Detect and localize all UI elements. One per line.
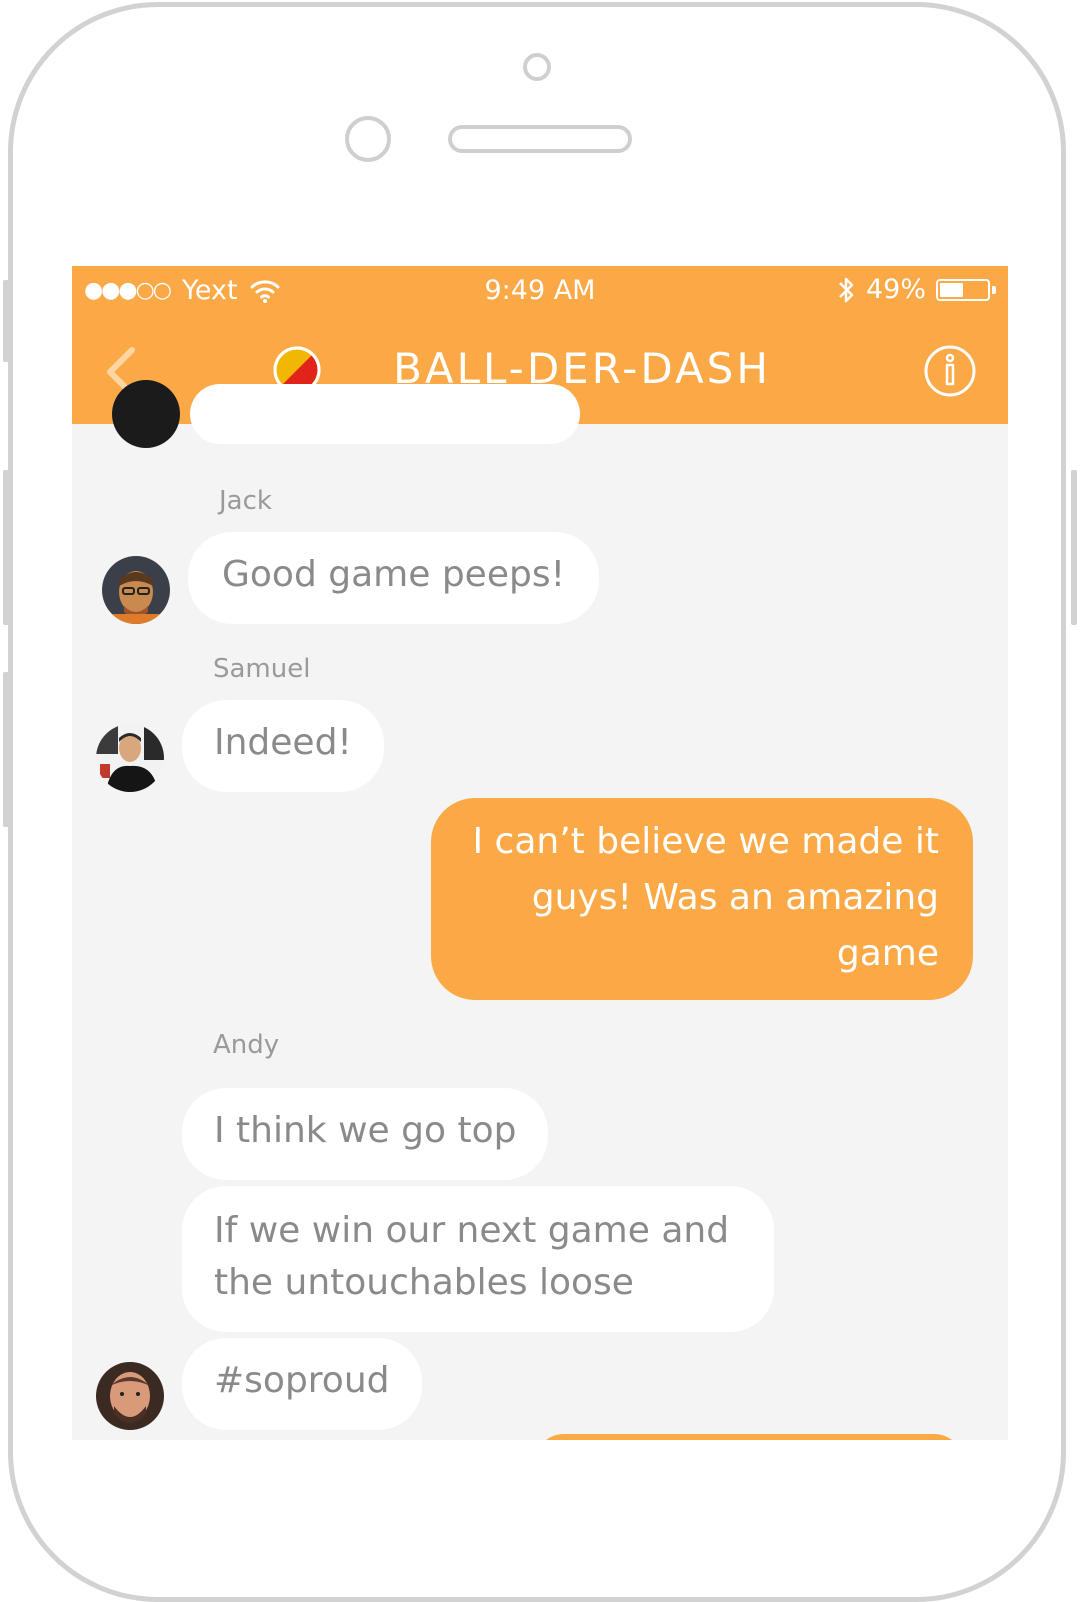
- avatar[interactable]: [102, 556, 170, 624]
- earpiece-speaker: [448, 125, 632, 153]
- power-button: [1071, 470, 1077, 625]
- volume-up-button: [3, 470, 9, 625]
- phone-screen: ●●●○○ Yext 9:49 AM 49% BALL-DER-DASH Jac…: [72, 266, 1008, 1440]
- sender-name: Jack: [219, 486, 272, 516]
- message-bubble[interactable]: Good game peeps!: [188, 532, 600, 624]
- outgoing-message-bubble[interactable]: [534, 1434, 964, 1440]
- mute-switch: [3, 280, 9, 362]
- proximity-sensor: [523, 53, 551, 81]
- battery-percent: 49%: [865, 274, 926, 305]
- message-bubble: [190, 384, 580, 444]
- message-bubble[interactable]: #soproud: [182, 1338, 422, 1430]
- battery-level: [940, 282, 963, 297]
- bluetooth-icon: [839, 277, 854, 302]
- avatar: [112, 380, 180, 448]
- sender-name: Andy: [213, 1030, 280, 1060]
- message-bubble[interactable]: Indeed!: [182, 700, 384, 792]
- outgoing-message-bubble[interactable]: I can’t believe we made it guys! Was an …: [431, 798, 973, 1000]
- avatar[interactable]: [96, 724, 164, 792]
- sender-name: Samuel: [213, 654, 311, 684]
- front-camera: [345, 116, 391, 162]
- volume-down-button: [3, 672, 9, 827]
- message-list[interactable]: Jack Good game peeps! Samuel Indeed! I c…: [72, 380, 1008, 1440]
- message-bubble[interactable]: If we win our next game and the untoucha…: [182, 1186, 774, 1332]
- message-bubble[interactable]: I think we go top: [182, 1088, 549, 1180]
- avatar[interactable]: [96, 1362, 164, 1430]
- info-icon[interactable]: [923, 344, 977, 398]
- status-right: 49%: [836, 274, 996, 305]
- battery-icon: [936, 278, 990, 301]
- status-bar: ●●●○○ Yext 9:49 AM 49%: [72, 266, 1008, 316]
- battery-nub: [992, 285, 996, 294]
